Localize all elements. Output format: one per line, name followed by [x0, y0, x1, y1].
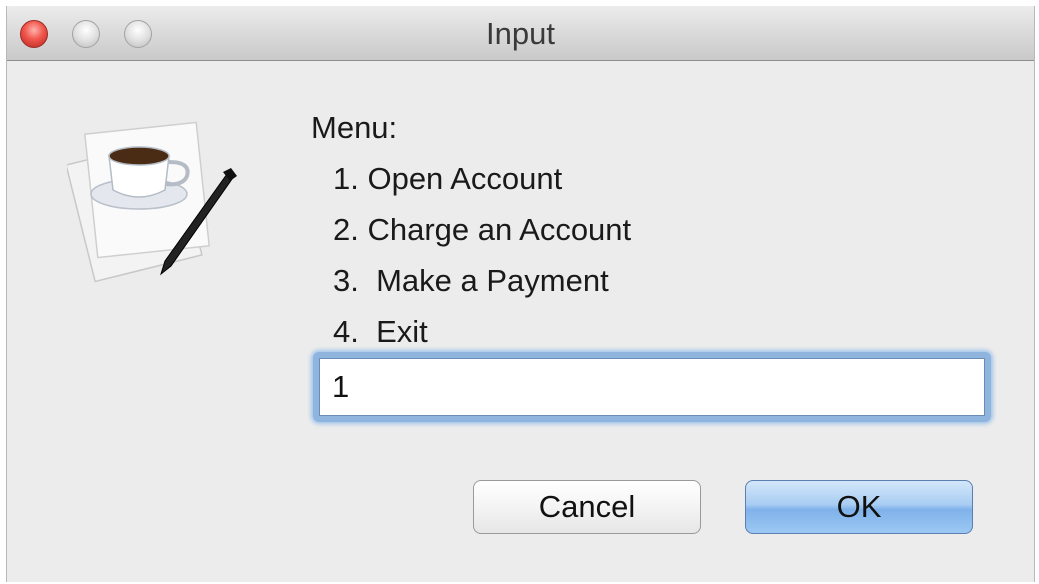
ok-button[interactable]: OK [745, 480, 973, 534]
menu-heading: Menu: [311, 110, 398, 145]
menu-option: 1. Open Account [333, 161, 563, 196]
menu-option: 4. Exit [333, 314, 428, 349]
prompt-message: Menu: 1. Open Account 2. Charge an Accou… [311, 102, 631, 357]
java-coffee-cup-document-icon [67, 121, 237, 283]
window-title: Input [486, 16, 555, 51]
choice-input[interactable] [319, 358, 985, 416]
menu-option: 3. Make a Payment [333, 263, 609, 298]
input-dialog-window: Input Menu: 1. Open Account 2. Charge an… [6, 6, 1035, 582]
menu-option: 2. Charge an Account [333, 212, 632, 247]
title-bar[interactable]: Input [7, 6, 1034, 61]
input-focus-ring [313, 352, 991, 422]
cancel-button[interactable]: Cancel [473, 480, 701, 534]
